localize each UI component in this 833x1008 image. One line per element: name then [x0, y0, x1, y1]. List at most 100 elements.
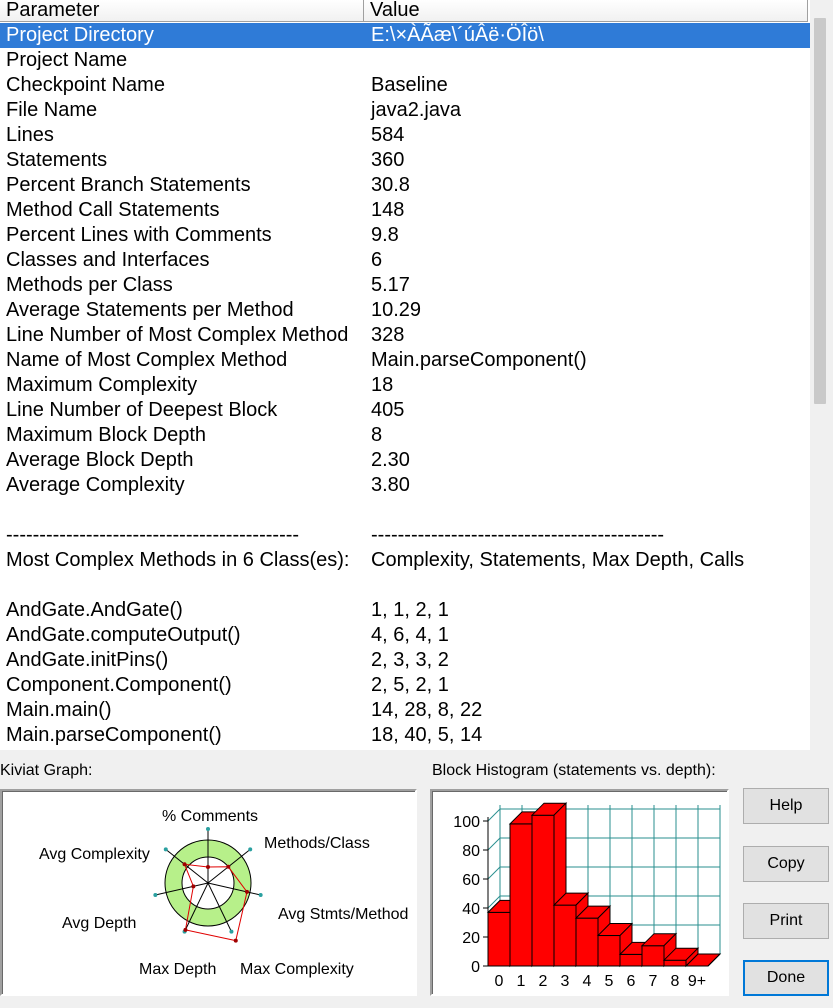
- table-row[interactable]: Line Number of Most Complex Method 328: [0, 323, 810, 348]
- value-cell: 30.8: [371, 174, 410, 196]
- table-row[interactable]: Methods per Class 5.17: [0, 273, 810, 298]
- value-cell: 584: [371, 124, 405, 146]
- parameter-cell: AndGate.AndGate(): [6, 599, 183, 621]
- histogram-gridline: [487, 837, 501, 851]
- column-header-parameter[interactable]: Parameter: [0, 0, 364, 22]
- x-tick-label: 6: [627, 973, 636, 990]
- parameter-cell: Line Number of Deepest Block: [6, 399, 278, 421]
- parameter-cell: Classes and Interfaces: [6, 249, 210, 271]
- histogram-gridline: [487, 866, 501, 880]
- table-row[interactable]: AndGate.AndGate() 1, 1, 2, 1: [0, 598, 810, 623]
- parameter-cell: Main.parseComponent(): [6, 724, 222, 746]
- table-row[interactable]: Average Block Depth 2.30: [0, 448, 810, 473]
- value-cell: 14, 28, 8, 22: [371, 699, 483, 721]
- x-tick-label: 2: [539, 973, 548, 990]
- value-cell: Complexity, Statements, Max Depth, Calls: [371, 549, 745, 571]
- table-row[interactable]: Percent Branch Statements 30.8: [0, 173, 810, 198]
- table-row[interactable]: Component.Component() 2, 5, 2, 1: [0, 673, 810, 698]
- parameter-cell: Name of Most Complex Method: [6, 349, 288, 371]
- table-row[interactable]: Statements 360: [0, 148, 810, 173]
- parameter-cell: Percent Lines with Comments: [6, 224, 272, 246]
- kiviat-value-point: [233, 938, 238, 943]
- table-row[interactable]: Classes and Interfaces 6: [0, 248, 810, 273]
- x-tick-label: 9+: [688, 973, 706, 990]
- kiviat-axis-label: Avg Depth: [62, 915, 136, 932]
- help-button[interactable]: Help: [743, 788, 829, 824]
- table-row[interactable]: Main.main() 14, 28, 8, 22: [0, 698, 810, 723]
- parameter-cell: Method Call Statements: [6, 199, 220, 221]
- value-cell: 328: [371, 324, 405, 346]
- value-cell: Main.parseComponent(): [371, 349, 587, 371]
- table-row[interactable]: Main.parseComponent() 18, 40, 5, 14: [0, 723, 810, 748]
- table-row[interactable]: Maximum Block Depth 8: [0, 423, 810, 448]
- kiviat-value-point: [244, 889, 249, 894]
- done-button[interactable]: Done: [743, 960, 829, 996]
- table-row[interactable]: AndGate.initPins() 2, 3, 3, 2: [0, 648, 810, 673]
- histogram-panel: 0 20 40 60 80 100 0 1 2 3 4 5 6 7 8 9+: [430, 789, 729, 996]
- value-cell: 405: [371, 399, 405, 421]
- histogram-bar: [641, 945, 665, 967]
- table-row[interactable]: AndGate.computeOutput() 4, 6, 4, 1: [0, 623, 810, 648]
- parameter-cell: ----------------------------------------…: [6, 524, 300, 546]
- kiviat-value-point: [206, 865, 210, 869]
- kiviat-spoke-end: [163, 847, 168, 852]
- print-button[interactable]: Print: [743, 903, 829, 939]
- kiviat-graph: % Comments Methods/Class Avg Stmts/Metho…: [39, 808, 408, 978]
- table-row[interactable]: Project Name: [0, 48, 810, 73]
- parameter-cell: AndGate.initPins(): [6, 649, 169, 671]
- table-row[interactable]: Most Complex Methods in 6 Class(es): Comp…: [0, 548, 810, 573]
- value-cell: [365, 573, 810, 598]
- parameter-cell: File Name: [6, 99, 98, 121]
- parameter-cell: Main.main(): [6, 699, 112, 721]
- histogram-bar: [619, 953, 643, 967]
- table-row[interactable]: Checkpoint Name Baseline: [0, 73, 810, 98]
- table-row[interactable]: Average Complexity 3.80: [0, 473, 810, 498]
- x-tick-label: 0: [495, 973, 504, 990]
- x-tick-label: 4: [583, 973, 592, 990]
- scrollbar-thumb[interactable]: [814, 18, 826, 404]
- kiviat-axis-label: Methods/Class: [264, 835, 370, 852]
- parameter-cell: [0, 498, 365, 523]
- kiviat-graph-panel: % Comments Methods/Class Avg Stmts/Metho…: [0, 789, 417, 996]
- value-cell: 18: [371, 374, 394, 396]
- value-cell: 1, 1, 2, 1: [371, 599, 449, 621]
- table-row[interactable]: Percent Lines with Comments 9.8: [0, 223, 810, 248]
- kiviat-value-point: [191, 884, 196, 889]
- value-cell: 8: [371, 424, 383, 446]
- histogram-bar: [575, 917, 599, 967]
- value-cell: 9.8: [371, 224, 399, 246]
- table-row[interactable]: [0, 498, 810, 523]
- table-row[interactable]: Project Directory E:\×ÀÃæ\´úÂë·ÖÎö\: [0, 23, 810, 48]
- metrics-list[interactable]: Parameter Value Project Directory E:\×ÀÃæ…: [0, 0, 833, 750]
- x-tick-label: 8: [671, 973, 680, 990]
- histogram-gridline: [487, 808, 501, 822]
- table-row[interactable]: ----------------------------------------…: [0, 523, 810, 548]
- copy-button[interactable]: Copy: [743, 846, 829, 882]
- column-header-value[interactable]: Value: [364, 0, 808, 22]
- block-histogram: 0204060801000 1 2 3 4 5 6 7 8 9+: [453, 801, 722, 990]
- table-row[interactable]: [0, 573, 810, 598]
- value-cell: 18, 40, 5, 14: [371, 724, 483, 746]
- parameter-cell: Average Complexity: [6, 474, 185, 496]
- table-row[interactable]: Maximum Complexity 18: [0, 373, 810, 398]
- kiviat-spoke-end: [258, 893, 263, 898]
- y-tick-label: 40: [462, 901, 480, 918]
- value-cell: 148: [371, 199, 405, 221]
- table-row[interactable]: Line Number of Deepest Block 405: [0, 398, 810, 423]
- value-cell: java2.java: [371, 99, 462, 121]
- kiviat-axis-label: % Comments: [162, 808, 258, 825]
- value-cell: ----------------------------------------…: [371, 524, 665, 546]
- kiviat-axis-label: Max Complexity: [240, 961, 354, 978]
- parameter-cell: Project Name: [6, 49, 128, 71]
- table-row[interactable]: Method Call Statements 148: [0, 198, 810, 223]
- value-cell: 6: [371, 249, 383, 271]
- value-cell: 2, 3, 3, 2: [371, 649, 449, 671]
- parameter-cell: Average Block Depth: [6, 449, 194, 471]
- table-row[interactable]: Name of Most Complex Method Main.parseCom…: [0, 348, 810, 373]
- table-row[interactable]: Lines 584: [0, 123, 810, 148]
- parameter-cell: Lines: [6, 124, 54, 146]
- table-row[interactable]: Average Statements per Method 10.29: [0, 298, 810, 323]
- histogram-bar: [531, 814, 555, 967]
- kiviat-value-point: [182, 862, 187, 867]
- table-row[interactable]: File Name java2.java: [0, 98, 810, 123]
